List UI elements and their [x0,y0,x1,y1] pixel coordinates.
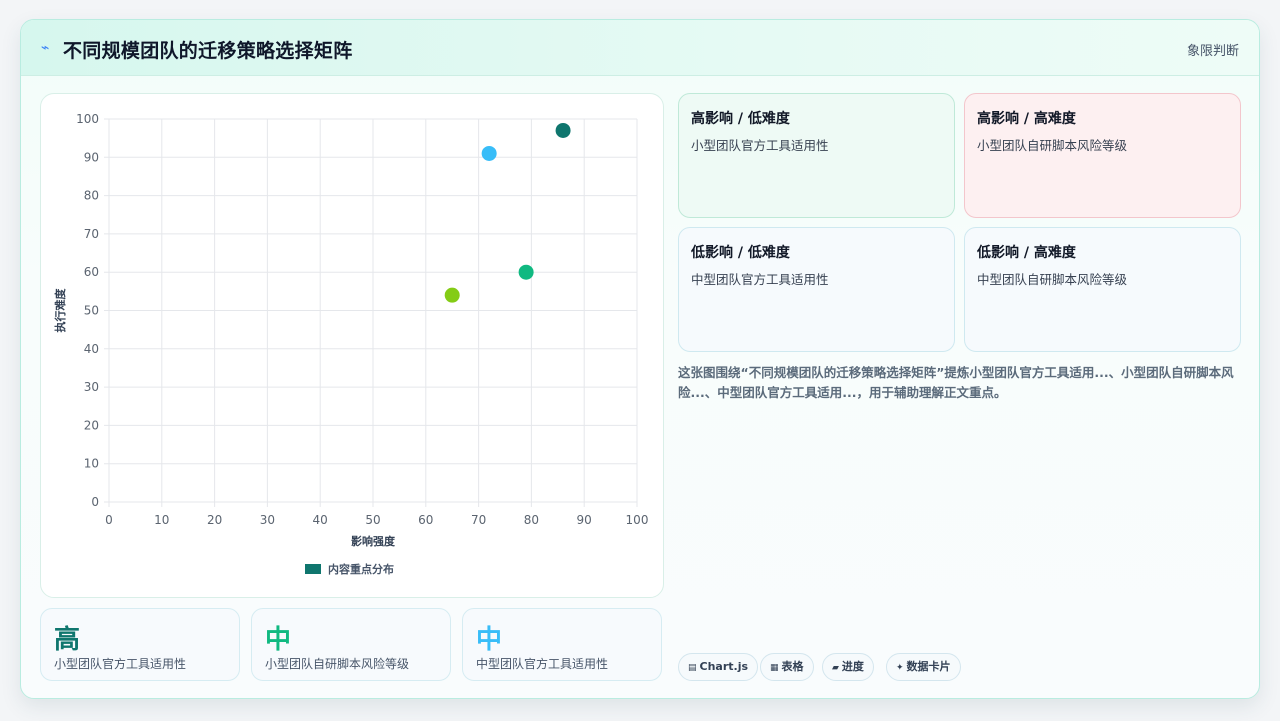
data-point [518,264,534,280]
y-tick-label: 90 [84,150,99,164]
x-axis-title: 影响强度 [351,534,396,548]
chip-chartjs[interactable]: ▤ Chart.js [678,653,759,681]
scatter-chart: 0 10 20 30 40 50 60 70 80 90 100 0 10 20 30 40 50 60 70 80 9… [53,112,649,576]
progress-icon: ▰ [832,663,839,673]
y-tick-label: 10 [84,457,99,471]
x-tick-label: 50 [365,513,380,527]
table-icon: ▦ [770,663,779,673]
header-tag: 象限判断 [1186,44,1239,59]
quadrant-high-impact-high-difficulty: 高影响 / 高难度 小型团队自研脚本风险等级 [964,93,1241,218]
bolt-icon: ⌁ [41,40,50,56]
quadrant-desc: 中型团队自研脚本风险等级 [977,272,1128,287]
stat-cards: 高 小型团队官方工具适用性 中 小型团队自研脚本风险等级 中 中型团队官方工具适… [40,608,664,681]
chip-label: 进度 [841,660,864,673]
header-bar: ⌁ 不同规模团队的迁移策略选择矩阵 象限判断 [21,20,1259,76]
stat-value: 中 [476,625,503,655]
chart-icon: ▤ [688,663,697,673]
x-tick-label: 90 [577,513,592,527]
quadrant-title: 低影响 / 低难度 [691,245,790,261]
quadrant-title: 高影响 / 高难度 [977,111,1076,127]
y-tick-label: 70 [84,227,99,241]
x-tick-label: 70 [471,513,486,527]
chip-data-card[interactable]: ✦ 数据卡片 [886,653,961,681]
quadrant-desc: 小型团队自研脚本风险等级 [977,138,1128,153]
data-point [555,122,571,138]
stat-label: 小型团队自研脚本风险等级 [265,657,410,671]
description-text: 这张图围绕“不同规模团队的迁移策略选择矩阵”提炼小型团队官方工具适用...、小型… [678,365,1234,400]
x-tick-label: 0 [105,513,113,527]
stat-label: 小型团队官方工具适用性 [54,657,187,671]
main-card: ⌁ 不同规模团队的迁移策略选择矩阵 象限判断 0 10 20 30 40 50 60 70 80… [20,19,1260,699]
y-tick-label: 20 [84,418,99,432]
x-tick-label: 30 [260,513,275,527]
chip-label: 数据卡片 [906,660,951,673]
stat-value: 中 [265,625,292,655]
x-tick-label: 10 [154,513,169,527]
quadrant-desc: 中型团队官方工具适用性 [691,272,829,287]
x-tick-label: 80 [524,513,539,527]
y-tick-label: 60 [84,265,99,279]
y-tick-label: 0 [91,495,99,509]
stat-card-3: 中 中型团队官方工具适用性 [462,608,662,681]
page-title: 不同规模团队的迁移策略选择矩阵 [63,40,353,62]
x-tick-label: 60 [418,513,433,527]
legend-swatch [305,564,321,574]
y-tick-label: 30 [84,380,99,394]
y-tick-label: 100 [76,112,99,126]
y-axis-title: 执行难度 [53,288,67,333]
quadrant-low-impact-low-difficulty: 低影响 / 低难度 中型团队官方工具适用性 [678,227,955,352]
stat-value: 高 [54,625,81,655]
legend-label: 内容重点分布 [328,562,394,576]
quadrant-title: 低影响 / 高难度 [977,245,1076,261]
quadrant-title: 高影响 / 低难度 [691,111,790,127]
quadrant-low-impact-high-difficulty: 低影响 / 高难度 中型团队自研脚本风险等级 [964,227,1241,352]
quadrant-desc: 小型团队官方工具适用性 [691,138,829,153]
stat-label: 中型团队官方工具适用性 [476,657,609,671]
y-tick-label: 80 [84,189,99,203]
x-tick-label: 20 [207,513,222,527]
chip-table[interactable]: ▦ 表格 [760,653,814,681]
y-tick-label: 50 [84,304,99,318]
scatter-chart-panel: 0 10 20 30 40 50 60 70 80 90 100 0 10 20 30 40 50 60 70 80 9… [40,93,664,598]
stat-card-2: 中 小型团队自研脚本风险等级 [251,608,451,681]
sparkle-icon: ✦ [896,663,904,673]
x-tick-label: 100 [626,513,649,527]
y-tick-label: 40 [84,342,99,356]
data-point [481,145,497,161]
x-tick-label: 40 [313,513,328,527]
quadrant-high-impact-low-difficulty: 高影响 / 低难度 小型团队官方工具适用性 [678,93,955,218]
chip-label: 表格 [781,660,804,673]
chip-progress[interactable]: ▰ 进度 [822,653,874,681]
stat-card-1: 高 小型团队官方工具适用性 [40,608,240,681]
data-point [444,287,460,303]
chip-label: Chart.js [699,660,749,673]
